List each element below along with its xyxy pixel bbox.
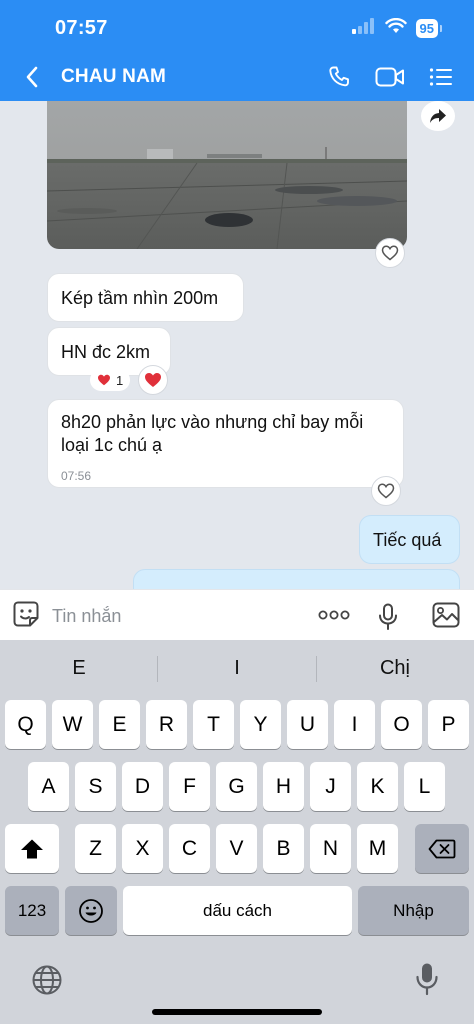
more-icon[interactable] <box>318 604 350 631</box>
composer-bar <box>0 589 474 640</box>
list-menu-icon[interactable] <box>427 64 455 90</box>
image-icon[interactable] <box>432 602 460 633</box>
key-q[interactable]: Q <box>5 700 46 749</box>
return-key[interactable]: Nhập <box>358 886 469 935</box>
status-time: 07:57 <box>55 17 108 39</box>
dictation-mic-icon[interactable] <box>415 962 439 1001</box>
key-k[interactable]: K <box>357 762 398 811</box>
photo-message[interactable] <box>47 101 407 249</box>
suggestion-bar: E I Chị <box>0 640 474 696</box>
numbers-key[interactable]: 123 <box>5 886 59 935</box>
wifi-icon <box>384 17 407 39</box>
back-icon[interactable] <box>20 64 44 90</box>
video-call-icon[interactable] <box>375 64 405 90</box>
message-bubble[interactable]: Kép tầm nhìn 200m <box>47 273 244 322</box>
shift-icon <box>21 839 43 858</box>
delete-key[interactable] <box>415 824 469 873</box>
delete-icon <box>428 839 456 858</box>
message-text: Kép tầm nhìn 200m <box>61 288 219 308</box>
message-input[interactable] <box>52 603 292 629</box>
key-w[interactable]: W <box>52 700 93 749</box>
key-x[interactable]: X <box>122 824 163 873</box>
key-t[interactable]: T <box>193 700 234 749</box>
key-i[interactable]: I <box>334 700 375 749</box>
nav-bar: CHAU NAM <box>0 55 474 99</box>
home-indicator <box>152 1009 322 1015</box>
my-message-bubble[interactable]: Tiếc quá <box>359 515 460 564</box>
message-text: HN đc 2km <box>61 342 151 362</box>
key-j[interactable]: J <box>310 762 351 811</box>
status-icons: 95 <box>351 17 443 39</box>
key-f[interactable]: F <box>169 762 210 811</box>
key-n[interactable]: N <box>310 824 351 873</box>
keyboard: E I Chị Q W E R T Y U I O P A S D F G H … <box>0 640 474 1024</box>
emoji-key[interactable] <box>65 886 117 935</box>
message-text: Tiếc quá <box>373 530 442 550</box>
globe-icon[interactable] <box>31 964 63 1001</box>
chat-header: 07:57 95 CHAU NAM <box>0 0 474 101</box>
message-text: 8h20 phản lực vào nhưng chỉ bay mỗi loại… <box>61 412 364 455</box>
message-time: 07:56 <box>61 469 92 483</box>
key-d[interactable]: D <box>122 762 163 811</box>
reaction-summary[interactable]: 1 <box>90 369 131 391</box>
emoji-icon <box>79 898 103 923</box>
key-a[interactable]: A <box>28 762 69 811</box>
key-l[interactable]: L <box>404 762 445 811</box>
message-bubble[interactable]: 8h20 phản lực vào nhưng chỉ bay mỗi loại… <box>47 399 404 488</box>
heart-icon[interactable] <box>375 238 405 268</box>
key-y[interactable]: Y <box>240 700 281 749</box>
key-g[interactable]: G <box>216 762 257 811</box>
key-m[interactable]: M <box>357 824 398 873</box>
key-b[interactable]: B <box>263 824 304 873</box>
message-list[interactable]: Kép tầm nhìn 200m HN đc 2km 1 8h20 phản … <box>0 101 474 589</box>
heart-reaction-icon <box>98 374 110 386</box>
key-e[interactable]: E <box>99 700 140 749</box>
space-key[interactable]: dấu cách <box>123 886 352 935</box>
shift-key[interactable] <box>5 824 59 873</box>
my-message-bubble-partial[interactable] <box>133 569 460 589</box>
key-v[interactable]: V <box>216 824 257 873</box>
mic-icon[interactable] <box>377 603 399 636</box>
suggestion-item[interactable]: E <box>0 640 158 696</box>
conversation-title[interactable]: CHAU NAM <box>61 66 166 88</box>
key-o[interactable]: O <box>381 700 422 749</box>
phone-icon[interactable] <box>325 64 353 90</box>
heart-reacted-icon[interactable] <box>138 365 168 395</box>
key-c[interactable]: C <box>169 824 210 873</box>
key-r[interactable]: R <box>146 700 187 749</box>
key-z[interactable]: Z <box>75 824 116 873</box>
reaction-count: 1 <box>116 372 124 388</box>
suggestion-item[interactable]: I <box>158 640 316 696</box>
battery-indicator: 95 <box>415 19 443 38</box>
cellular-signal-icon <box>351 18 376 39</box>
key-u[interactable]: U <box>287 700 328 749</box>
forward-icon[interactable] <box>421 101 455 131</box>
key-p[interactable]: P <box>428 700 469 749</box>
key-s[interactable]: S <box>75 762 116 811</box>
heart-icon[interactable] <box>371 476 401 506</box>
sticker-icon[interactable] <box>12 600 40 633</box>
suggestion-item[interactable]: Chị <box>316 640 474 696</box>
key-h[interactable]: H <box>263 762 304 811</box>
